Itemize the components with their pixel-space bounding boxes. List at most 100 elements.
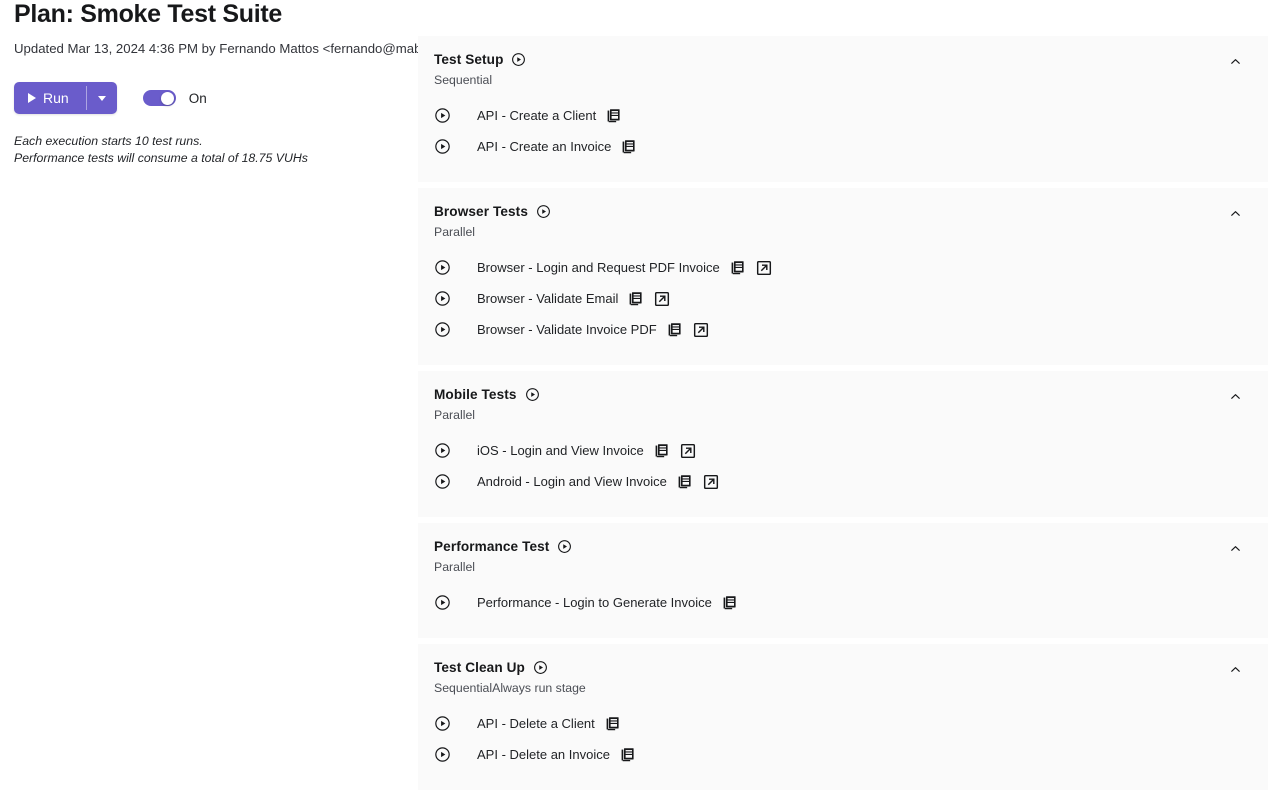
copy-document-icon[interactable] — [667, 322, 683, 338]
copy-document-icon[interactable] — [621, 139, 637, 155]
play-circle-icon[interactable] — [434, 259, 451, 276]
play-circle-icon[interactable] — [434, 594, 451, 611]
stage-collapse-button[interactable] — [1224, 202, 1246, 224]
external-link-icon[interactable] — [680, 443, 696, 459]
stage-mode-label: Parallel — [434, 560, 476, 574]
test-name: Browser - Validate Invoice PDF — [477, 322, 657, 337]
stage-card: Test Clean Up SequentialAlways run stage A… — [418, 644, 1268, 790]
test-row: Performance - Login to Generate Invoice — [434, 587, 1250, 618]
test-name: API - Delete an Invoice — [477, 747, 610, 762]
play-circle-icon[interactable] — [434, 746, 451, 763]
stage-card: Browser Tests Parallel Browser - Login and… — [418, 188, 1268, 365]
stage-collapse-button[interactable] — [1224, 537, 1246, 559]
copy-document-icon[interactable] — [677, 474, 693, 490]
test-row: API - Delete a Client — [434, 708, 1250, 739]
note-line: Each execution starts 10 test runs. — [14, 134, 203, 148]
stage-card: Mobile Tests Parallel iOS - Login and View… — [418, 371, 1268, 517]
stage-mode-label: Parallel — [434, 408, 476, 422]
copy-document-icon[interactable] — [628, 291, 644, 307]
last-updated-text: Updated Mar 13, 2024 4:36 PM by Fernando… — [14, 41, 461, 56]
stage-collapse-button[interactable] — [1224, 50, 1246, 72]
stage-header: Test Setup — [434, 52, 1250, 67]
copy-document-icon[interactable] — [620, 747, 636, 763]
play-circle-icon[interactable] — [434, 473, 451, 490]
play-circle-icon[interactable] — [434, 321, 451, 338]
stage-title: Mobile Tests — [434, 387, 517, 402]
page-title: Plan: Smoke Test Suite — [14, 0, 283, 28]
run-controls-row: Run On — [14, 82, 414, 114]
play-circle-icon[interactable] — [434, 715, 451, 732]
play-icon — [28, 93, 36, 103]
chevron-up-icon — [1229, 390, 1242, 403]
external-link-icon[interactable] — [654, 291, 670, 307]
test-row: API - Delete an Invoice — [434, 739, 1250, 770]
play-circle-icon[interactable] — [434, 290, 451, 307]
play-circle-icon[interactable] — [533, 660, 548, 675]
stage-header: Test Clean Up — [434, 660, 1250, 675]
chevron-up-icon — [1229, 542, 1242, 555]
test-row: Browser - Validate Invoice PDF — [434, 314, 1250, 345]
stage-title: Browser Tests — [434, 204, 528, 219]
run-button-group[interactable]: Run — [14, 82, 117, 114]
play-circle-icon[interactable] — [557, 539, 572, 554]
stage-collapse-button[interactable] — [1224, 385, 1246, 407]
external-link-icon[interactable] — [756, 260, 772, 276]
note-line: Performance tests will consume a total o… — [14, 150, 308, 165]
stage-mode-label: Sequential — [434, 73, 493, 87]
test-list: API - Delete a Client API - Delete an Inv… — [434, 708, 1250, 770]
stage-card: Performance Test Parallel Performance - Lo… — [418, 523, 1268, 638]
test-row: API - Create an Invoice — [434, 131, 1250, 162]
stage-collapse-button[interactable] — [1224, 658, 1246, 680]
test-name: API - Create an Invoice — [477, 139, 612, 154]
plan-enabled-toggle[interactable] — [142, 90, 176, 106]
stage-title: Performance Test — [434, 539, 550, 554]
toggle-knob — [160, 91, 174, 105]
test-row: Browser - Login and Request PDF Invoice — [434, 252, 1250, 283]
execution-notes: Each execution starts 10 test runs. Perf… — [14, 133, 414, 166]
test-list: Performance - Login to Generate Invoice — [434, 587, 1250, 618]
copy-document-icon[interactable] — [730, 260, 746, 276]
test-row: Browser - Validate Email — [434, 283, 1250, 314]
chevron-up-icon — [1229, 55, 1242, 68]
test-row: Android - Login and View Invoice — [434, 466, 1250, 497]
chevron-up-icon — [1229, 207, 1242, 220]
external-link-icon[interactable] — [693, 322, 709, 338]
stage-header: Mobile Tests — [434, 387, 1250, 402]
copy-document-icon[interactable] — [654, 443, 670, 459]
stage-header: Browser Tests — [434, 204, 1250, 219]
test-name: Browser - Login and Request PDF Invoice — [477, 260, 720, 275]
stage-title: Test Setup — [434, 52, 504, 67]
test-name: API - Create a Client — [477, 108, 597, 123]
test-name: Android - Login and View Invoice — [477, 474, 667, 489]
test-list: iOS - Login and View Invoice Android - Lo… — [434, 435, 1250, 497]
play-circle-icon[interactable] — [434, 138, 451, 155]
run-options-dropdown-button[interactable] — [87, 82, 117, 114]
plan-summary-pane: Plan: Smoke Test Suite Updated Mar 13, 2… — [14, 0, 461, 166]
test-name: Browser - Validate Email — [477, 291, 619, 306]
copy-document-icon[interactable] — [606, 108, 622, 124]
copy-document-icon[interactable] — [722, 595, 738, 611]
play-circle-icon[interactable] — [525, 387, 540, 402]
stage-title: Test Clean Up — [434, 660, 525, 675]
stage-mode-label: SequentialAlways run stage — [434, 681, 586, 695]
toggle-state-label: On — [188, 90, 207, 106]
copy-document-icon[interactable] — [605, 716, 621, 732]
play-circle-icon[interactable] — [434, 442, 451, 459]
test-row: iOS - Login and View Invoice — [434, 435, 1250, 466]
play-circle-icon[interactable] — [511, 52, 526, 67]
external-link-icon[interactable] — [703, 474, 719, 490]
run-button[interactable]: Run — [14, 82, 86, 114]
chevron-up-icon — [1229, 663, 1242, 676]
test-list: API - Create a Client API - Create an Inv… — [434, 100, 1250, 162]
stage-mode-label: Parallel — [434, 225, 476, 239]
play-circle-icon[interactable] — [434, 107, 451, 124]
stage-card: Test Setup Sequential API - Create a Clien… — [418, 36, 1268, 182]
test-name: Performance - Login to Generate Invoice — [477, 595, 712, 610]
play-circle-icon[interactable] — [536, 204, 551, 219]
chevron-down-icon — [97, 95, 106, 101]
test-list: Browser - Login and Request PDF Invoice B… — [434, 252, 1250, 345]
plan-detail-page: Plan: Smoke Test Suite Updated Mar 13, 2… — [0, 0, 1280, 800]
plan-enabled-toggle-wrap: On — [142, 90, 207, 106]
test-name: API - Delete a Client — [477, 716, 595, 731]
stage-list: Test Setup Sequential API - Create a Clien… — [418, 36, 1268, 796]
